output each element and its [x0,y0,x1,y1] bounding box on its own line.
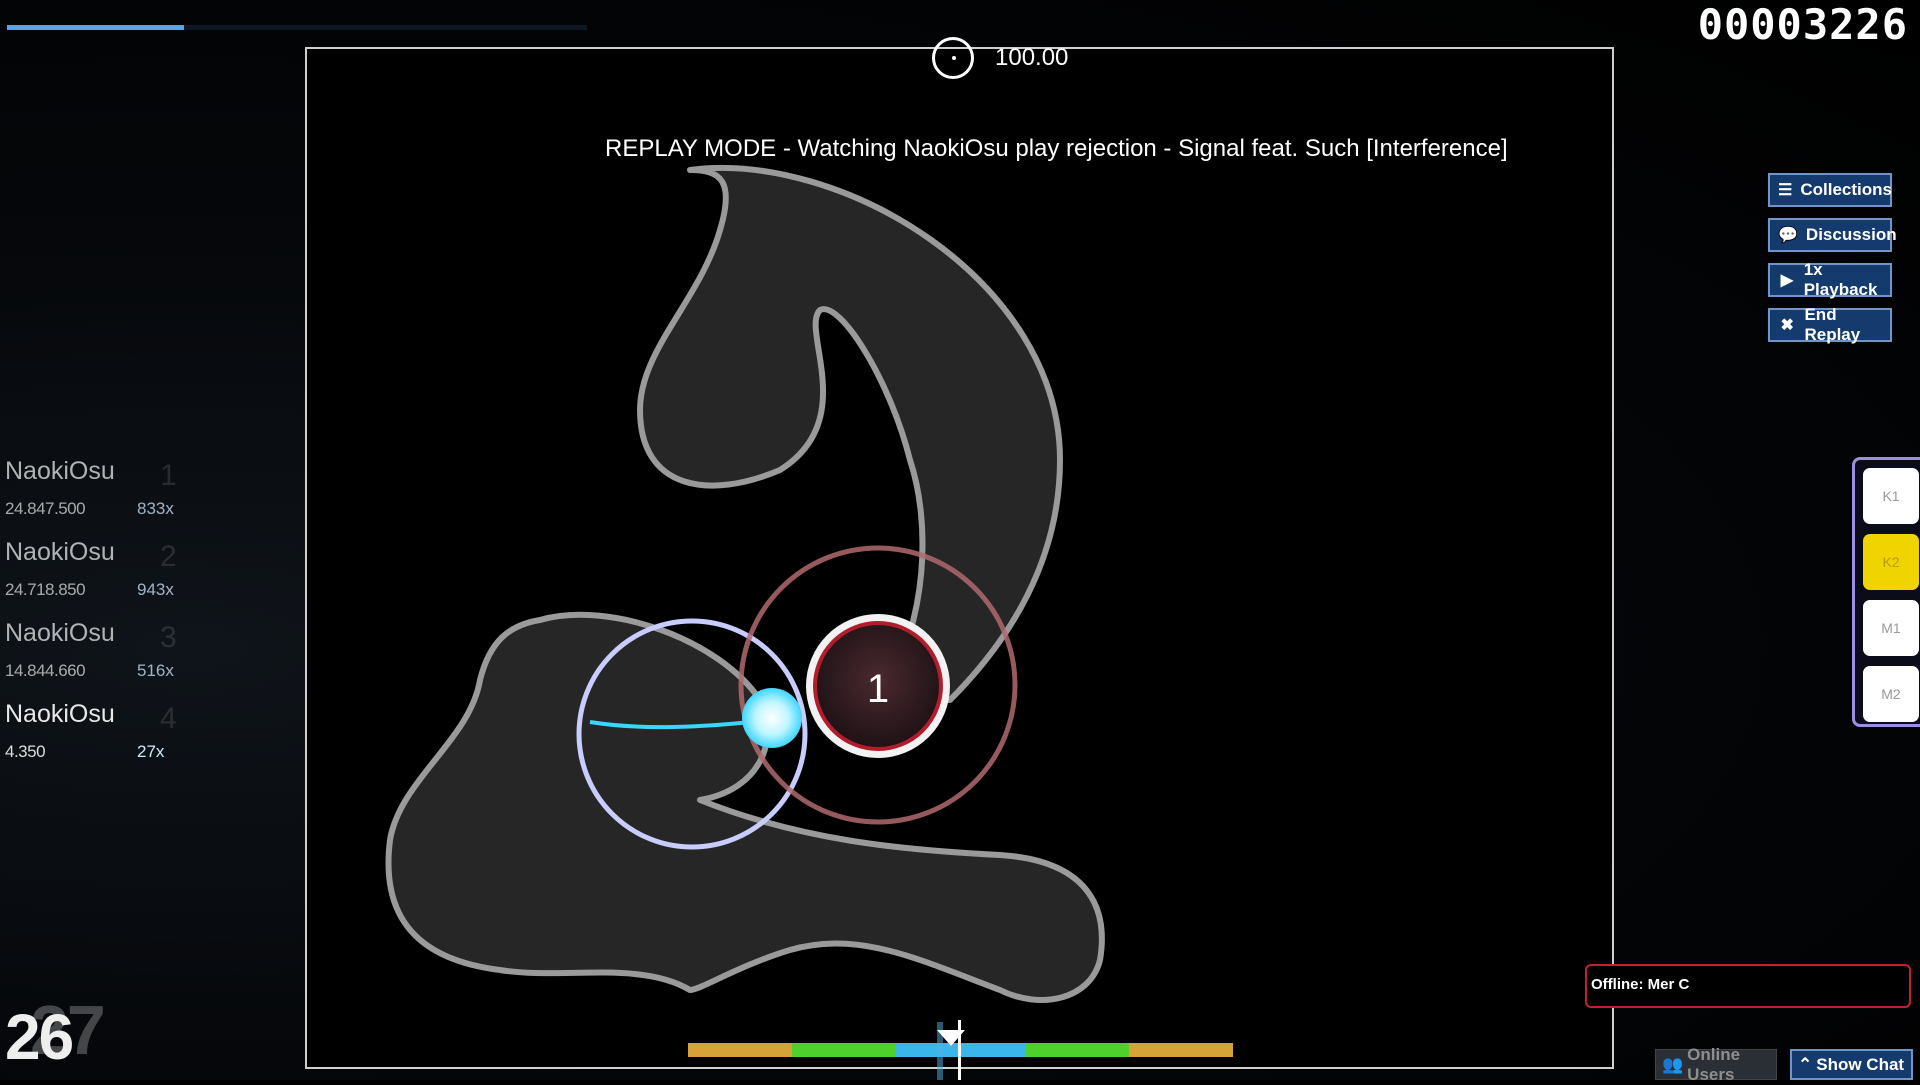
hit-window-100-right [1025,1043,1129,1057]
users-icon: 👥 [1662,1054,1684,1074]
show-chat-button[interactable]: ⌃ Show Chat [1790,1049,1913,1080]
slider-ball [742,688,802,748]
leaderboard-entry: NaokiOsu 1 24.847.500 833x [0,457,200,537]
list-icon: ☰ [1778,182,1793,199]
leaderboard-combo: 833x [137,499,174,518]
end-replay-button[interactable]: ✖ End Replay [1768,305,1892,344]
hit-window-100-left [792,1043,896,1057]
playback-speed-button[interactable]: ▶ 1x Playback [1768,260,1892,299]
online-users-label: Online Users [1687,1044,1741,1084]
hit-window-50-right [1129,1043,1233,1057]
leaderboard-score: 14.844.660 [5,661,86,680]
leaderboard-combo: 27x [137,742,165,761]
leaderboard-entry: NaokiOsu 3 14.844.660 516x [0,619,200,699]
leaderboard-score: 4.350 [5,742,46,761]
chevron-up-icon: ⌃ [1798,1054,1813,1074]
show-chat-label: Show Chat [1816,1054,1905,1074]
key-overlay: K1 K2 M1 M2 [1852,457,1920,727]
close-icon: ✖ [1780,317,1794,334]
end-replay-label: End Replay [1804,305,1861,344]
key-m1: M1 [1863,600,1919,656]
leaderboard-score: 24.718.850 [5,580,86,599]
leaderboard-combo: 516x [137,661,174,680]
slider-body-lower [385,611,1105,1003]
leaderboard-rank: 3 [160,621,177,654]
playback-label: 1x Playback [1803,260,1878,299]
accuracy-display: 100.00 [995,44,1069,71]
leaderboard-player-name: NaokiOsu [5,700,115,728]
hit-error-average-arrow [937,1030,965,1046]
leaderboard-rank: 4 [160,702,177,735]
leaderboard-rank: 1 [160,459,177,492]
collections-button[interactable]: ☰ Collections [1768,173,1892,207]
key-k1: K1 [1863,468,1919,524]
hit-error-center-line [958,1020,961,1080]
discussion-button[interactable]: 💬 Discussion [1768,218,1897,252]
leaderboard-player-name: NaokiOsu [5,457,115,485]
combo-counter: 26 [5,1001,74,1073]
key-k2: K2 [1863,534,1919,590]
leaderboard-rank: 2 [160,540,177,573]
online-users-button[interactable]: 👥 Online Users [1655,1045,1777,1084]
chat-bubble-icon: 💬 [1778,227,1798,244]
leaderboard-entry-current: NaokiOsu 4 4.350 27x [0,700,200,780]
leaderboard-player-name: NaokiOsu [5,538,115,566]
key-m2: M2 [1863,666,1919,722]
leaderboard-entry: NaokiOsu 2 24.718.850 943x [0,538,200,618]
leaderboard-combo: 943x [137,580,174,599]
leaderboard-player-name: NaokiOsu [5,619,115,647]
collections-label: Collections [1800,180,1892,199]
offline-notice: Offline: Mer C [1585,964,1911,1008]
hit-circle-number: 1 [867,667,889,711]
replay-mode-banner: REPLAY MODE - Watching NaokiOsu play rej… [605,135,1508,162]
play-icon: ▶ [1780,272,1794,289]
leaderboard-score: 24.847.500 [5,499,86,518]
discussion-label: Discussion [1805,225,1897,244]
timer-clock-icon [932,37,974,79]
hit-window-50-left [688,1043,792,1057]
